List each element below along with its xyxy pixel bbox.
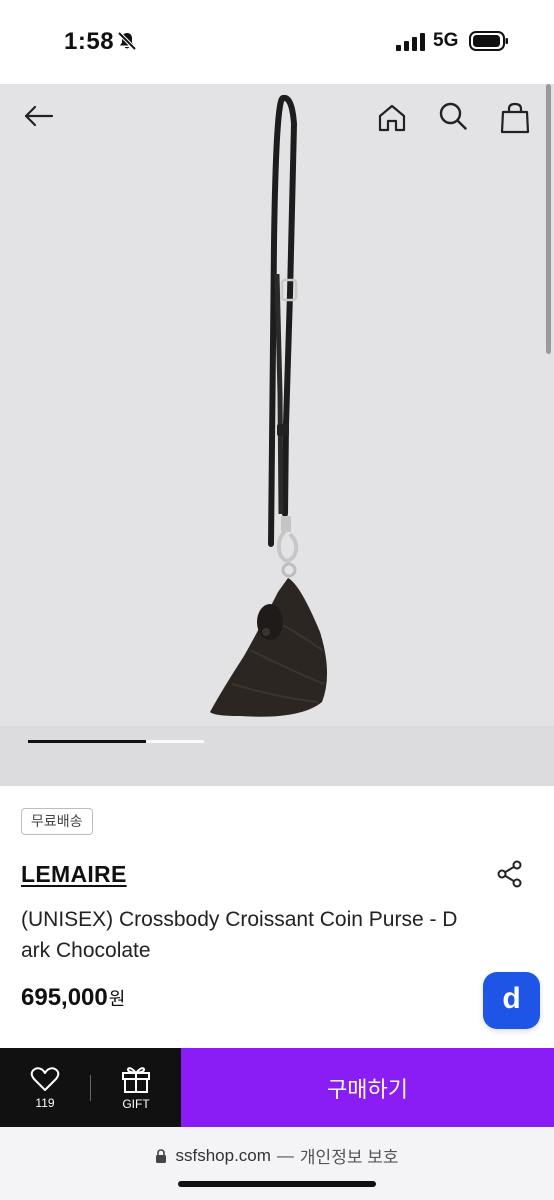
home-icon bbox=[378, 104, 406, 132]
brand-link[interactable]: LEMAIRE bbox=[21, 861, 127, 888]
signal-icon bbox=[396, 33, 425, 51]
price-currency: 원 bbox=[108, 989, 126, 1009]
lock-icon bbox=[156, 1148, 167, 1163]
url-separator: — bbox=[276, 1145, 294, 1165]
price-row: 695,000 원 bbox=[21, 984, 125, 1012]
heart-icon bbox=[30, 1066, 60, 1091]
like-button[interactable]: 119 bbox=[0, 1048, 90, 1127]
url-row[interactable]: ssfshop.com — 개인정보 보호 bbox=[0, 1143, 554, 1168]
status-time: 1:58 bbox=[64, 28, 115, 55]
url-host: ssfshop.com bbox=[175, 1145, 271, 1165]
privacy-label: 개인정보 보호 bbox=[299, 1148, 399, 1167]
product-price: 695,000 bbox=[21, 984, 108, 1011]
action-bar-left: 119 GIFT bbox=[0, 1048, 181, 1127]
network-label: 5G bbox=[433, 30, 459, 51]
shopping-bag-icon bbox=[500, 102, 530, 134]
like-count: 119 bbox=[35, 1095, 55, 1110]
status-bar: 1:58 5G bbox=[0, 0, 554, 84]
free-shipping-badge: 무료배송 bbox=[21, 808, 93, 835]
product-image-gallery[interactable] bbox=[0, 84, 554, 786]
bell-slash-icon bbox=[117, 31, 137, 51]
gift-button[interactable]: GIFT bbox=[91, 1048, 181, 1127]
app-shortcut-letter: d bbox=[502, 981, 521, 1015]
product-name: (UNISEX) Crossbody Croissant Coin Purse … bbox=[21, 908, 458, 962]
shopping-bag-button[interactable] bbox=[493, 96, 537, 140]
browser-url-bar: ssfshop.com — 개인정보 보호 bbox=[0, 1127, 554, 1200]
home-button[interactable] bbox=[370, 96, 414, 140]
back-arrow-icon bbox=[24, 105, 54, 127]
search-button[interactable] bbox=[431, 94, 475, 138]
share-button[interactable] bbox=[492, 856, 528, 892]
home-indicator[interactable] bbox=[178, 1181, 376, 1187]
page-scrollbar[interactable] bbox=[546, 84, 551, 354]
gift-label: GIFT bbox=[122, 1096, 150, 1111]
buy-now-button[interactable]: 구매하기 bbox=[181, 1048, 554, 1127]
gallery-pager bbox=[28, 740, 204, 743]
share-icon bbox=[497, 860, 522, 888]
product-photo bbox=[210, 94, 328, 717]
back-button[interactable] bbox=[16, 94, 60, 138]
purchase-action-bar: 119 GIFT 구매하기 bbox=[0, 1048, 554, 1127]
battery-icon bbox=[469, 31, 508, 51]
gallery-pager-fill bbox=[28, 740, 146, 743]
app-shortcut-button[interactable]: d bbox=[483, 972, 540, 1029]
gift-icon bbox=[122, 1066, 150, 1093]
search-icon bbox=[439, 102, 467, 130]
